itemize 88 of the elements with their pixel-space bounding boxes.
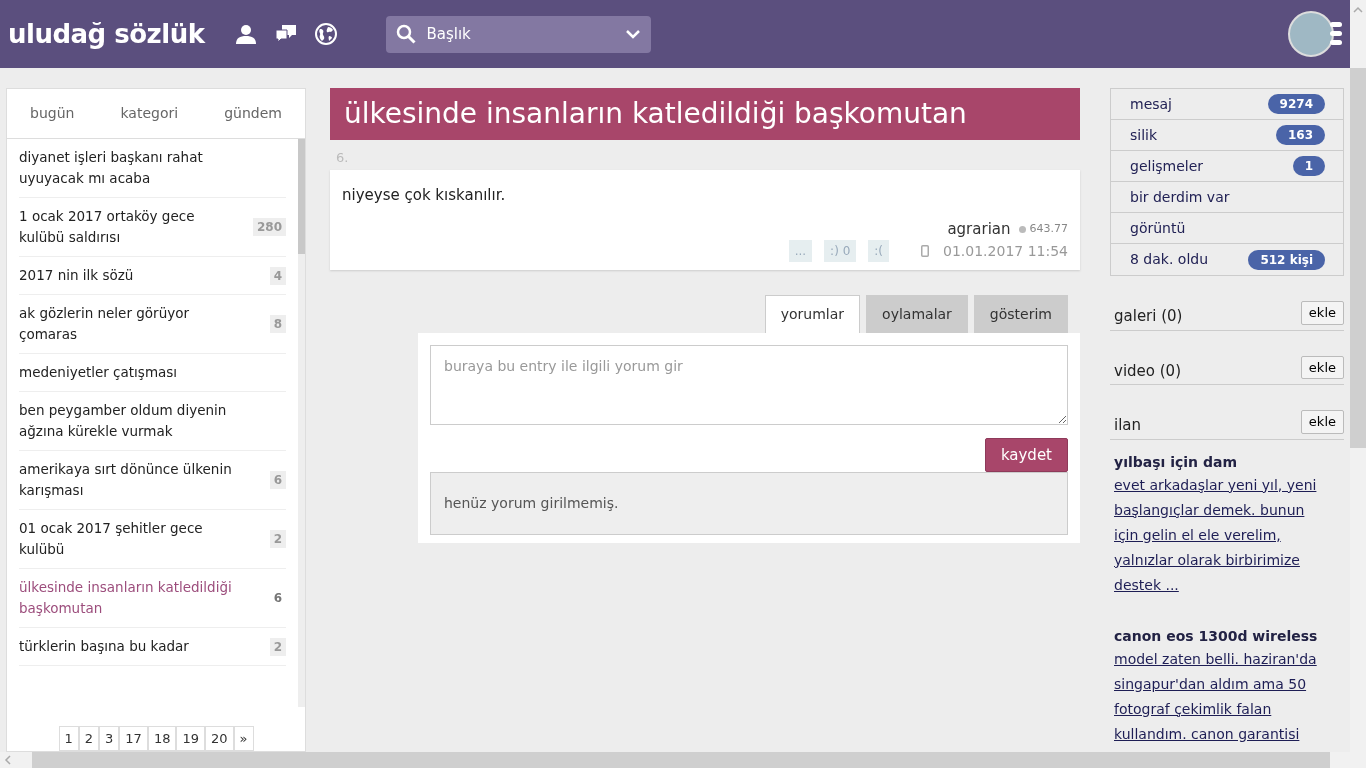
ad-link[interactable]: evet arkadaşlar yeni yıl, yeni başlangıçlar demek. bunun için gelin el ele verelim, yalnızlar olarak birbirimize destek ... (1114, 472, 1340, 598)
scrollbar[interactable] (1350, 0, 1366, 768)
topic-item[interactable]: türklerin başına bu kadar 2 (19, 628, 286, 666)
page-link[interactable]: 1 (58, 725, 79, 751)
count-badge: 1 (1292, 156, 1325, 176)
entry-count: 6 (272, 590, 283, 607)
menu-item[interactable]: bir derdim var (1111, 182, 1343, 213)
section-label: ilan (1114, 415, 1142, 436)
topic-title[interactable]: türklerin başına bu kadar (19, 636, 189, 657)
page-link[interactable]: 2 (78, 725, 100, 751)
tab[interactable]: gösterim (973, 294, 1068, 333)
user-icon[interactable] (234, 22, 259, 46)
menu-label: mesaj (1130, 94, 1172, 114)
search-icon (396, 24, 417, 44)
tab[interactable]: gündem (218, 99, 288, 128)
arrow-up-icon[interactable] (1353, 6, 1363, 14)
add-button[interactable]: ekle (1300, 301, 1344, 325)
ad-title: canon eos 1300d wireless (1114, 626, 1319, 646)
site-logo[interactable]: uludağ sözlük (8, 14, 205, 54)
menu-label: 8 dak. oldu (1130, 250, 1209, 269)
page-link[interactable]: 17 (119, 725, 148, 751)
count-badge: 163 (1275, 125, 1325, 145)
menu-label: silik (1130, 125, 1158, 145)
tab[interactable]: oylamalar (866, 294, 968, 333)
topic-title[interactable]: diyanet işleri başkanı rahat uyuyacak mı acaba (19, 147, 241, 189)
scrollbar[interactable] (298, 139, 305, 707)
menu-item[interactable]: 8 dak. oldu 512 kişi (1111, 244, 1343, 275)
phone-icon (921, 245, 930, 257)
add-button[interactable]: ekle (1300, 410, 1344, 434)
topic-item[interactable]: ben peygamber oldum diyenin ağzına kürekle vurmak (19, 392, 286, 451)
add-button[interactable]: ekle (1300, 355, 1344, 379)
avatar[interactable] (1288, 11, 1334, 57)
count-badge: 9274 (1267, 94, 1325, 114)
comment-field[interactable]: buraya bu entry ile ilgili yorum gir (430, 344, 1068, 425)
empty-message: henüz yorum girilmemiş. (430, 472, 1068, 535)
tab[interactable]: kategori (114, 99, 185, 128)
topic-title[interactable]: ülkesinde insanların katledildiği başkomutan (19, 577, 241, 619)
author-link[interactable]: agrarian (947, 218, 1011, 241)
topic-item[interactable]: medeniyetler çatışması (19, 354, 286, 392)
entry-count: 2 (269, 530, 286, 548)
section-label: galeri (0) (1114, 306, 1183, 327)
menu-item[interactable]: silik 163 (1111, 120, 1343, 151)
topic-item[interactable]: diyanet işleri başkanı rahat uyuyacak mı acaba (19, 139, 286, 198)
entry-count: 2 (269, 637, 286, 656)
chevron-down-icon[interactable] (625, 28, 642, 40)
topic-item[interactable]: ülkesinde insanların katledildiği başkomutan 6 (19, 569, 286, 628)
entry-count: 4 (269, 266, 286, 285)
menu-item[interactable]: gelişmeler 1 (1111, 151, 1343, 182)
topic-title[interactable]: 2017 nin ilk sözü (19, 265, 134, 286)
page-link[interactable]: » (233, 725, 254, 751)
ad-link[interactable]: model zaten belli. haziran'da singapur'dan aldım ama 50 fotograf çekimlik falan kullandım. canon garantisi (1114, 646, 1340, 747)
topic-item[interactable]: amerikaya sırt dönünce ülkenin karışması 6 (19, 451, 286, 510)
globe-icon[interactable] (314, 22, 339, 46)
search-field[interactable]: Başlık (386, 15, 652, 53)
topic-title[interactable]: amerikaya sırt dönünce ülkenin karışması (19, 459, 241, 501)
save-button[interactable]: kaydet (984, 437, 1068, 472)
scrollbar[interactable] (0, 752, 1350, 768)
topic-title[interactable]: medeniyetler çatışması (19, 362, 178, 383)
count-badge: 512 kişi (1248, 249, 1325, 270)
topic-item[interactable]: ak gözlerin neler görüyor çomaras 8 (19, 295, 286, 354)
topic-title: ülkesinde insanların katledildiği başkomutan (330, 88, 1080, 140)
status-dot-icon (1018, 225, 1026, 233)
topic-item[interactable]: 2017 nin ilk sözü 4 (19, 257, 286, 295)
ad-title: yılbaşı için dam (1114, 452, 1238, 472)
page-link[interactable]: 19 (176, 725, 205, 751)
author-score: 643.77 (1029, 221, 1068, 237)
page-link[interactable]: 18 (147, 725, 177, 751)
menu-label: gelişmeler (1130, 156, 1204, 176)
search-input[interactable]: Başlık (424, 21, 618, 47)
entry-count: 280 (252, 218, 286, 236)
menu-item[interactable]: mesaj 9274 (1111, 89, 1343, 120)
topic-title[interactable]: ak gözlerin neler görüyor çomaras (19, 303, 241, 345)
topic-title[interactable]: ben peygamber oldum diyenin ağzına kürekle vurmak (19, 400, 241, 442)
section-label: video (0) (1114, 360, 1181, 382)
topic-item[interactable]: 01 ocak 2017 şehitler gece kulübü 2 (19, 510, 286, 569)
topic-title[interactable]: 01 ocak 2017 şehitler gece kulübü (19, 518, 241, 560)
entry-text: niyeyse çok kıskanılır. (342, 184, 507, 206)
page-link[interactable]: 3 (99, 725, 120, 751)
entry-date: 01.01.2017 11:54 (943, 241, 1068, 261)
tab[interactable]: yorumlar (764, 294, 861, 333)
tab[interactable]: bugün (24, 99, 81, 128)
menu-item[interactable]: görüntü (1111, 213, 1343, 244)
topic-item[interactable]: 1 ocak 2017 ortaköy gece kulübü saldırısı 280 (19, 198, 286, 257)
page-link[interactable]: 20 (205, 725, 234, 751)
entry-count: 6 (269, 471, 286, 489)
topic-title[interactable]: 1 ocak 2017 ortaköy gece kulübü saldırısı (19, 206, 241, 248)
entry-count: 8 (269, 315, 286, 333)
menu-icon[interactable] (1330, 21, 1342, 47)
